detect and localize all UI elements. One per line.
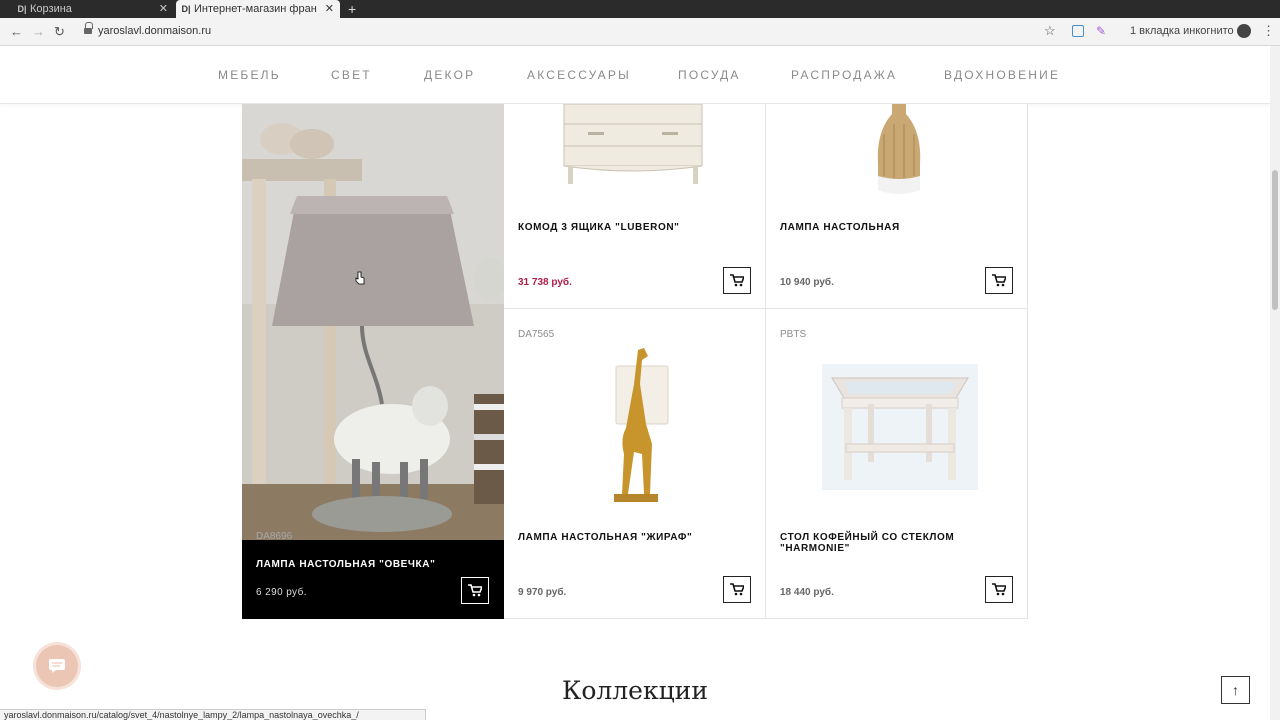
product-grid: DA8696 ЛАМПА НАСТОЛЬНАЯ "ОВЕЧКА" 6 290 р… bbox=[242, 104, 1029, 619]
back-icon[interactable]: ← bbox=[10, 24, 23, 39]
site-main-nav: МЕБЕЛЬ СВЕТ ДЕКОР АКСЕССУАРЫ ПОСУДА РАСП… bbox=[0, 46, 1270, 104]
cart-icon bbox=[468, 584, 482, 597]
product-card[interactable]: PBTS СТОЛ КОФЕЙНЫЙ СО СТЕКЛОМ "HARMONIE"… bbox=[766, 309, 1028, 619]
tab-shop[interactable]: D| Интернет-магазин фран ✕ bbox=[176, 0, 340, 18]
lock-icon bbox=[84, 22, 93, 35]
dresser-image bbox=[563, 104, 703, 184]
product-name[interactable]: СТОЛ КОФЕЙНЫЙ СО СТЕКЛОМ "HARMONIE" bbox=[780, 532, 1027, 554]
site-favicon-icon: D| bbox=[17, 4, 27, 14]
new-tab-icon[interactable]: + bbox=[348, 0, 356, 18]
product-name[interactable]: ЛАМПА НАСТОЛЬНАЯ "ЖИРАФ" bbox=[518, 532, 692, 543]
reload-icon[interactable]: ↻ bbox=[54, 24, 65, 40]
scrollbar-thumb[interactable] bbox=[1272, 170, 1278, 310]
sheep-lamp-photo bbox=[242, 104, 504, 540]
giraffe-lamp-image bbox=[614, 348, 669, 502]
nav-item-tableware[interactable]: ПОСУДА bbox=[678, 68, 741, 82]
add-to-cart-button[interactable] bbox=[461, 577, 489, 604]
forward-icon[interactable]: → bbox=[32, 24, 45, 39]
add-to-cart-button[interactable] bbox=[723, 267, 751, 294]
add-to-cart-button[interactable] bbox=[985, 576, 1013, 603]
pen-extension-icon[interactable]: ✎ bbox=[1096, 24, 1106, 38]
cart-icon bbox=[730, 274, 744, 287]
product-sku: PBTS bbox=[780, 329, 807, 340]
rattan-lamp-image bbox=[877, 104, 921, 194]
bookmark-star-icon[interactable]: ☆ bbox=[1044, 23, 1056, 39]
tab-cart[interactable]: D| Корзина ✕ bbox=[12, 0, 174, 18]
product-name[interactable]: КОМОД 3 ЯЩИКА "LUBERON" bbox=[518, 222, 680, 233]
product-card[interactable]: DA7565 ЛАМПА НАСТОЛЬНАЯ "ЖИРАФ" 9 970 ру… bbox=[504, 309, 766, 619]
incognito-icon[interactable] bbox=[1237, 24, 1251, 38]
page-scrollbar[interactable] bbox=[1270, 46, 1280, 720]
tab-title: Интернет-магазин фран bbox=[194, 3, 317, 15]
nav-item-lighting[interactable]: СВЕТ bbox=[331, 68, 372, 82]
add-to-cart-button[interactable] bbox=[985, 267, 1013, 294]
browser-tab-bar: D| Корзина ✕ D| Интернет-магазин фран ✕ … bbox=[0, 0, 1280, 18]
site-favicon-icon: D| bbox=[181, 4, 191, 14]
browser-menu-icon[interactable]: ⋮ bbox=[1262, 23, 1275, 39]
cart-icon bbox=[992, 583, 1006, 596]
product-sku: DA7565 bbox=[518, 329, 555, 340]
close-tab-icon[interactable]: ✕ bbox=[325, 2, 334, 15]
product-price: 31 738 руб. bbox=[518, 277, 572, 288]
nav-item-sale[interactable]: РАСПРОДАЖА bbox=[791, 68, 897, 82]
product-name[interactable]: ЛАМПА НАСТОЛЬНАЯ "ОВЕЧКА" bbox=[256, 559, 435, 570]
add-to-cart-button[interactable] bbox=[723, 576, 751, 603]
nav-item-inspiration[interactable]: ВДОХНОВЕНИЕ bbox=[944, 68, 1060, 82]
collections-heading: Коллекции bbox=[562, 676, 708, 705]
product-price: 6 290 руб. bbox=[256, 587, 307, 598]
product-name[interactable]: ЛАМПА НАСТОЛЬНАЯ bbox=[780, 222, 900, 233]
scroll-to-top-button[interactable]: ↑ bbox=[1221, 676, 1250, 704]
url-field[interactable]: yaroslavl.donmaison.ru bbox=[98, 25, 211, 37]
arrow-up-icon: ↑ bbox=[1232, 682, 1239, 698]
featured-product-card[interactable]: DA8696 ЛАМПА НАСТОЛЬНАЯ "ОВЕЧКА" 6 290 р… bbox=[242, 104, 504, 619]
link-status-bar: yaroslavl.donmaison.ru/catalog/svet_4/na… bbox=[0, 709, 426, 720]
extension-icon[interactable] bbox=[1072, 25, 1084, 37]
close-tab-icon[interactable]: ✕ bbox=[159, 2, 168, 15]
cart-icon bbox=[992, 274, 1006, 287]
nav-item-decor[interactable]: ДЕКОР bbox=[424, 68, 475, 82]
product-price: 18 440 руб. bbox=[780, 587, 834, 598]
product-card[interactable]: ЛАМПА НАСТОЛЬНАЯ 10 940 руб. bbox=[766, 104, 1028, 309]
address-bar: ← → ↻ yaroslavl.donmaison.ru ☆ ✎ 1 вклад… bbox=[0, 18, 1280, 46]
hand-cursor-icon bbox=[355, 271, 365, 285]
cart-icon bbox=[730, 583, 744, 596]
chat-button[interactable] bbox=[36, 645, 78, 687]
product-sku: DA8696 bbox=[256, 531, 293, 542]
incognito-label[interactable]: 1 вкладка инкогнито bbox=[1130, 25, 1234, 37]
tab-title: Корзина bbox=[30, 3, 72, 15]
product-price: 10 940 руб. bbox=[780, 277, 834, 288]
chat-icon bbox=[49, 659, 65, 673]
nav-item-furniture[interactable]: МЕБЕЛЬ bbox=[218, 68, 281, 82]
product-price: 9 970 руб. bbox=[518, 587, 567, 598]
coffee-table-image bbox=[822, 364, 978, 490]
product-card[interactable]: КОМОД 3 ЯЩИКА "LUBERON" 31 738 руб. bbox=[504, 104, 766, 309]
nav-item-accessories[interactable]: АКСЕССУАРЫ bbox=[527, 68, 631, 82]
